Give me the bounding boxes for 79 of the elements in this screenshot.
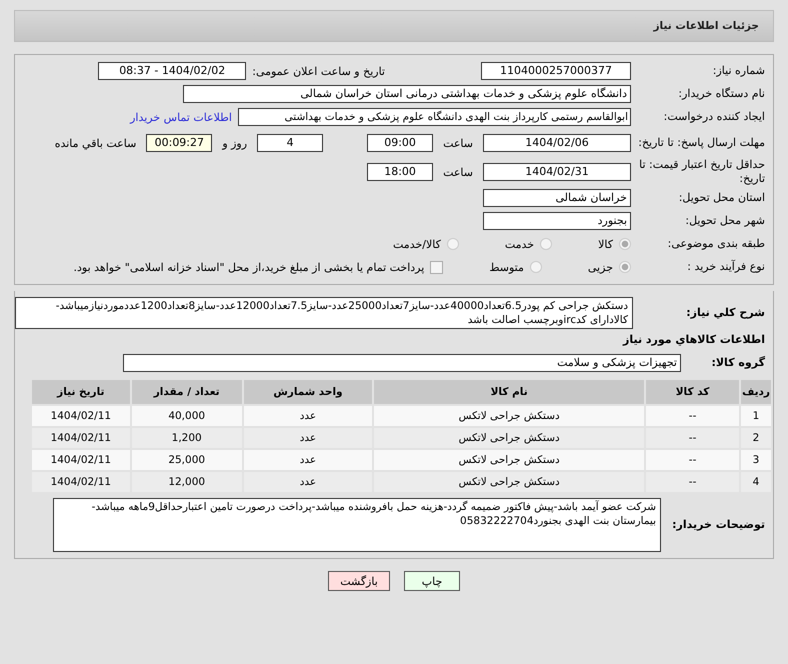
table-cell: عدد bbox=[244, 406, 372, 426]
field-label: توضیحات خریدار: bbox=[671, 518, 766, 532]
field-label: گروه کالا: bbox=[710, 356, 766, 370]
table-cell: -- bbox=[646, 406, 740, 426]
table-cell: -- bbox=[646, 472, 740, 492]
column-header: تاریخ نیاز bbox=[32, 380, 130, 404]
buyer-org-field: دانشگاه علوم پزشکی و خدمات بهداشتی درمانی استان خراسان شمالی bbox=[183, 85, 631, 103]
buyer-notes-textarea[interactable]: شرکت عضو آیمد باشد-پیش فاکتور ضمیمه گردد-هزینه حمل بافروشنده میباشد-پرداخت درصورت تامین اعتبارحداقل9ماهه میباشد-بیمارستان بنت الهدی بجنورد05832222704 bbox=[53, 498, 661, 552]
radio-button[interactable] bbox=[540, 238, 552, 250]
table-cell: 1404/02/11 bbox=[32, 450, 130, 470]
time-field: 18:00 bbox=[367, 163, 434, 181]
field-label: تاریخ و ساعت اعلان عمومی: bbox=[252, 64, 385, 78]
table-cell: 1404/02/11 bbox=[32, 406, 130, 426]
need-number-field: 1104000257000377 bbox=[481, 62, 631, 80]
field-label: نوع فرآیند خرید : bbox=[686, 260, 766, 274]
table-cell: 25,000 bbox=[132, 450, 242, 470]
table-cell: -- bbox=[646, 428, 740, 448]
date-field: 1404/02/06 bbox=[483, 134, 631, 152]
section-title: اطلاعات کالاهاي مورد نياز bbox=[622, 332, 766, 348]
radio-button[interactable] bbox=[446, 238, 459, 250]
field-label: ساعت bbox=[442, 136, 474, 150]
field-label: شماره نیاز: bbox=[712, 64, 766, 78]
column-header: نام کالا bbox=[374, 380, 644, 404]
field-label: طبقه بندی موضوعی: bbox=[666, 237, 766, 251]
days-field: 4 bbox=[257, 134, 324, 152]
field-label: ساعت bbox=[442, 166, 474, 178]
field-label: روز و bbox=[220, 136, 248, 150]
creator-field: ابوالقاسم رستمی کارپرداز بنت الهدی دانشگاه علوم پزشکی و خدمات بهداشتی bbox=[238, 108, 631, 126]
table-cell: -- bbox=[646, 450, 740, 470]
field-label: استان محل تحویل: bbox=[678, 191, 766, 205]
radio-button[interactable] bbox=[530, 261, 542, 273]
radio-button[interactable] bbox=[619, 261, 631, 273]
field-label: نام دستگاه خریدار: bbox=[677, 87, 766, 101]
table-cell: 12,000 bbox=[132, 472, 242, 492]
table-cell: 3 bbox=[741, 450, 771, 470]
field-label: ساعت باقي مانده bbox=[54, 136, 138, 150]
table-cell: 1,200 bbox=[132, 428, 242, 448]
radio-label: خدمت bbox=[504, 238, 534, 250]
table-cell: عدد bbox=[244, 450, 372, 470]
checkbox[interactable] bbox=[430, 260, 444, 274]
field-label: شهر محل تحویل: bbox=[684, 214, 766, 228]
radio-label: متوسط bbox=[489, 260, 524, 274]
table-cell: 1 bbox=[741, 406, 771, 426]
column-header: تعداد / مقدار bbox=[132, 380, 242, 404]
table-cell: دستکش جراحی لاتکس bbox=[374, 472, 644, 492]
field-label: حداقل تاریخ اعتبار قیمت: تا تاریخ: bbox=[638, 158, 766, 186]
radio-label: جزیی bbox=[588, 260, 613, 274]
province-field: خراسان شمالی bbox=[483, 189, 631, 207]
radio-label: کالا bbox=[598, 238, 613, 250]
city-field: بجنورد bbox=[483, 212, 631, 230]
date-field: 1404/02/31 bbox=[483, 163, 631, 181]
column-header: واحد شمارش bbox=[244, 380, 372, 404]
buyer-contact-link[interactable]: اطلاعات تماس خریدار bbox=[130, 110, 232, 124]
table-cell: 1404/02/11 bbox=[32, 428, 130, 448]
table-cell: 1404/02/11 bbox=[32, 472, 130, 492]
table-cell: 40,000 bbox=[132, 406, 242, 426]
page-title: جزئیات اطلاعات نیاز bbox=[654, 20, 759, 32]
column-header: ردیف bbox=[741, 380, 771, 404]
table-cell: عدد bbox=[244, 472, 372, 492]
description-textarea[interactable]: دستکش جراحی کم پودر6.5تعداد40000عدد-سایز7تعداد25000عدد-سایز7.5تعداد12000عدد-سایز8تعداد1200عددموردنیازمیباشد-کالادارای کدircوبرچسب اصالت باشد bbox=[15, 297, 633, 329]
field-label: ایجاد کننده درخواست: bbox=[662, 110, 766, 124]
back-button[interactable]: بازگشت bbox=[328, 571, 390, 591]
column-header: کد کالا bbox=[646, 380, 740, 404]
table-cell: عدد bbox=[244, 428, 372, 448]
table-cell: دستکش جراحی لاتکس bbox=[374, 428, 644, 448]
table-cell: دستکش جراحی لاتکس bbox=[374, 406, 644, 426]
table-cell: 4 bbox=[741, 472, 771, 492]
field-label: شرح کلي نياز: bbox=[685, 306, 766, 320]
print-button[interactable]: چاپ bbox=[404, 571, 460, 591]
goods-group-field: تجهیزات پزشکی و سلامت bbox=[123, 354, 681, 372]
radio-button[interactable] bbox=[619, 238, 631, 250]
time-field: 09:00 bbox=[367, 134, 434, 152]
table-cell: 2 bbox=[741, 428, 771, 448]
table-cell: دستکش جراحی لاتکس bbox=[374, 450, 644, 470]
checkbox-label: پرداخت تمام یا بخشی از مبلغ خرید،از محل "اسناد خزانه اسلامی" خواهد بود. bbox=[74, 260, 424, 274]
field-label: مهلت ارسال پاسخ: تا تاریخ: bbox=[637, 136, 766, 150]
radio-label: کالا/خدمت bbox=[393, 238, 441, 250]
announce-date-field: 1404/02/02 - 08:37 bbox=[98, 62, 246, 80]
remaining-time-field: 00:09:27 bbox=[146, 134, 212, 152]
